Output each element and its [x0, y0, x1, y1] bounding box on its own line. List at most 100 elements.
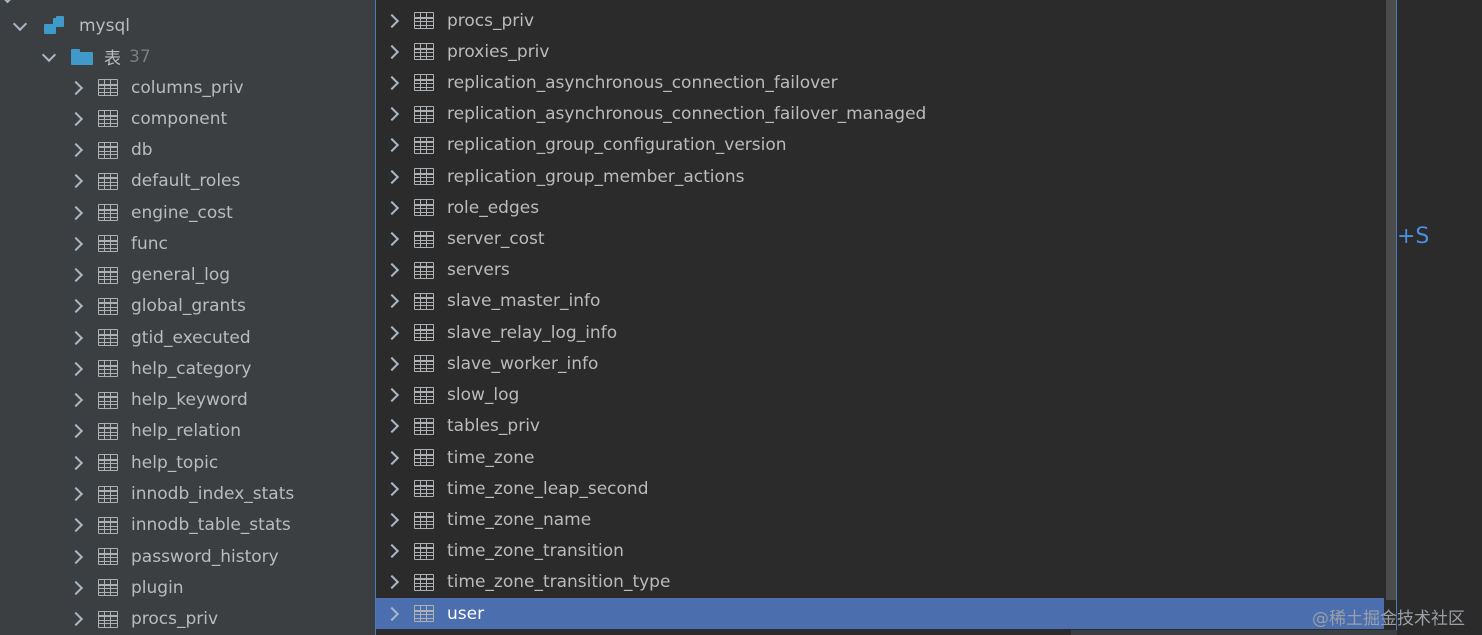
table-row[interactable]: func: [68, 228, 168, 259]
chevron-right-icon[interactable]: [384, 5, 400, 36]
table-row[interactable]: innodb_index_stats: [68, 479, 294, 510]
table-name: db: [131, 140, 153, 161]
chevron-right-icon[interactable]: [68, 72, 84, 103]
table-row[interactable]: gtid_executed: [68, 322, 251, 353]
table-icon: [98, 548, 118, 566]
tree-node-tables-folder[interactable]: 表 37: [41, 41, 151, 72]
chevron-right-icon[interactable]: [68, 228, 84, 259]
chevron-right-icon[interactable]: [68, 166, 84, 197]
table-row[interactable]: slave_worker_info: [376, 348, 1384, 379]
chevron-right-icon[interactable]: [384, 598, 400, 629]
table-row[interactable]: procs_priv: [376, 5, 1384, 36]
chevron-right-icon[interactable]: [68, 135, 84, 166]
side-link-text[interactable]: +S: [1397, 224, 1429, 249]
chevron-right-icon[interactable]: [384, 192, 400, 223]
table-row[interactable]: time_zone_name: [376, 505, 1384, 536]
table-row[interactable]: replication_group_member_actions: [376, 161, 1384, 192]
table-icon: [98, 141, 118, 159]
table-row[interactable]: db: [68, 135, 153, 166]
chevron-right-icon[interactable]: [384, 224, 400, 255]
chevron-down-icon[interactable]: [12, 10, 28, 41]
chevron-right-icon[interactable]: [384, 99, 400, 130]
table-icon: [414, 74, 434, 92]
chevron-right-icon[interactable]: [68, 103, 84, 134]
table-row[interactable]: help_topic: [68, 447, 218, 478]
chevron-right-icon[interactable]: [68, 322, 84, 353]
table-row[interactable]: slow_log: [376, 380, 1384, 411]
chevron-right-icon[interactable]: [68, 416, 84, 447]
chevron-right-icon[interactable]: [384, 536, 400, 567]
table-row[interactable]: tables_priv: [376, 411, 1384, 442]
table-row[interactable]: time_zone_leap_second: [376, 473, 1384, 504]
chevron-right-icon[interactable]: [68, 385, 84, 416]
table-row[interactable]: servers: [376, 255, 1384, 286]
chevron-right-icon[interactable]: [384, 442, 400, 473]
chevron-right-icon[interactable]: [68, 541, 84, 572]
chevron-right-icon[interactable]: [384, 161, 400, 192]
table-row[interactable]: time_zone_transition: [376, 536, 1384, 567]
horizontal-scrollbar[interactable]: [1071, 630, 1397, 635]
table-name: time_zone_transition_type: [447, 572, 671, 593]
table-row[interactable]: help_category: [68, 353, 251, 384]
table-icon: [98, 235, 118, 253]
chevron-right-icon[interactable]: [384, 505, 400, 536]
chevron-right-icon[interactable]: [384, 567, 400, 598]
table-name: time_zone_transition: [447, 541, 624, 562]
table-row[interactable]: user: [376, 598, 1384, 630]
chevron-right-icon[interactable]: [384, 255, 400, 286]
table-row[interactable]: proxies_priv: [376, 36, 1384, 67]
chevron-right-icon[interactable]: [384, 380, 400, 411]
chevron-right-icon[interactable]: [68, 572, 84, 603]
table-row[interactable]: columns_priv: [68, 72, 244, 103]
chevron-right-icon[interactable]: [384, 411, 400, 442]
table-row[interactable]: component: [68, 103, 227, 134]
table-row[interactable]: plugin: [68, 572, 184, 603]
table-row[interactable]: time_zone: [376, 442, 1384, 473]
chevron-right-icon[interactable]: [68, 447, 84, 478]
chevron-right-icon[interactable]: [68, 291, 84, 322]
table-row[interactable]: time_zone_transition_type: [376, 567, 1384, 598]
chevron-right-icon[interactable]: [384, 36, 400, 67]
chevron-right-icon[interactable]: [384, 130, 400, 161]
truncated-parent-row[interactable]: · · ·: [0, 0, 200, 6]
chevron-right-icon[interactable]: [68, 479, 84, 510]
table-row[interactable]: procs_priv: [68, 604, 218, 635]
chevron-right-icon[interactable]: [68, 197, 84, 228]
table-row[interactable]: replication_asynchronous_connection_fail…: [376, 99, 1384, 130]
chevron-right-icon[interactable]: [384, 348, 400, 379]
chevron-right-icon[interactable]: [68, 604, 84, 635]
chevron-right-icon[interactable]: [384, 473, 400, 504]
chevron-right-icon[interactable]: [68, 510, 84, 541]
table-icon: [414, 573, 434, 591]
chevron-right-icon[interactable]: [384, 317, 400, 348]
chevron-down-icon[interactable]: [41, 41, 57, 72]
table-row[interactable]: role_edges: [376, 192, 1384, 223]
tree-node-mysql[interactable]: mysql: [12, 10, 130, 41]
table-name: time_zone_leap_second: [447, 478, 649, 499]
chevron-right-icon[interactable]: [68, 353, 84, 384]
table-row[interactable]: slave_master_info: [376, 286, 1384, 317]
table-icon: [414, 386, 434, 404]
table-name: slave_master_info: [447, 291, 601, 312]
chevron-right-icon[interactable]: [384, 67, 400, 98]
chevron-down-icon[interactable]: [0, 0, 16, 4]
table-row[interactable]: help_keyword: [68, 385, 248, 416]
vertical-scrollbar[interactable]: [1386, 0, 1396, 600]
chevron-right-icon[interactable]: [68, 260, 84, 291]
table-row[interactable]: help_relation: [68, 416, 241, 447]
table-row[interactable]: server_cost: [376, 224, 1384, 255]
table-name: engine_cost: [131, 202, 233, 223]
table-row[interactable]: slave_relay_log_info: [376, 317, 1384, 348]
chevron-right-icon[interactable]: [384, 286, 400, 317]
table-row[interactable]: engine_cost: [68, 197, 233, 228]
folder-label: 表: [104, 49, 121, 69]
table-row[interactable]: global_grants: [68, 291, 246, 322]
table-row[interactable]: default_roles: [68, 166, 240, 197]
table-row[interactable]: replication_group_configuration_version: [376, 130, 1384, 161]
table-row[interactable]: replication_asynchronous_connection_fail…: [376, 67, 1384, 98]
table-row[interactable]: general_log: [68, 260, 230, 291]
table-row[interactable]: password_history: [68, 541, 279, 572]
table-row[interactable]: innodb_table_stats: [68, 510, 291, 541]
table-name: help_category: [131, 358, 252, 379]
table-icon: [414, 449, 434, 467]
